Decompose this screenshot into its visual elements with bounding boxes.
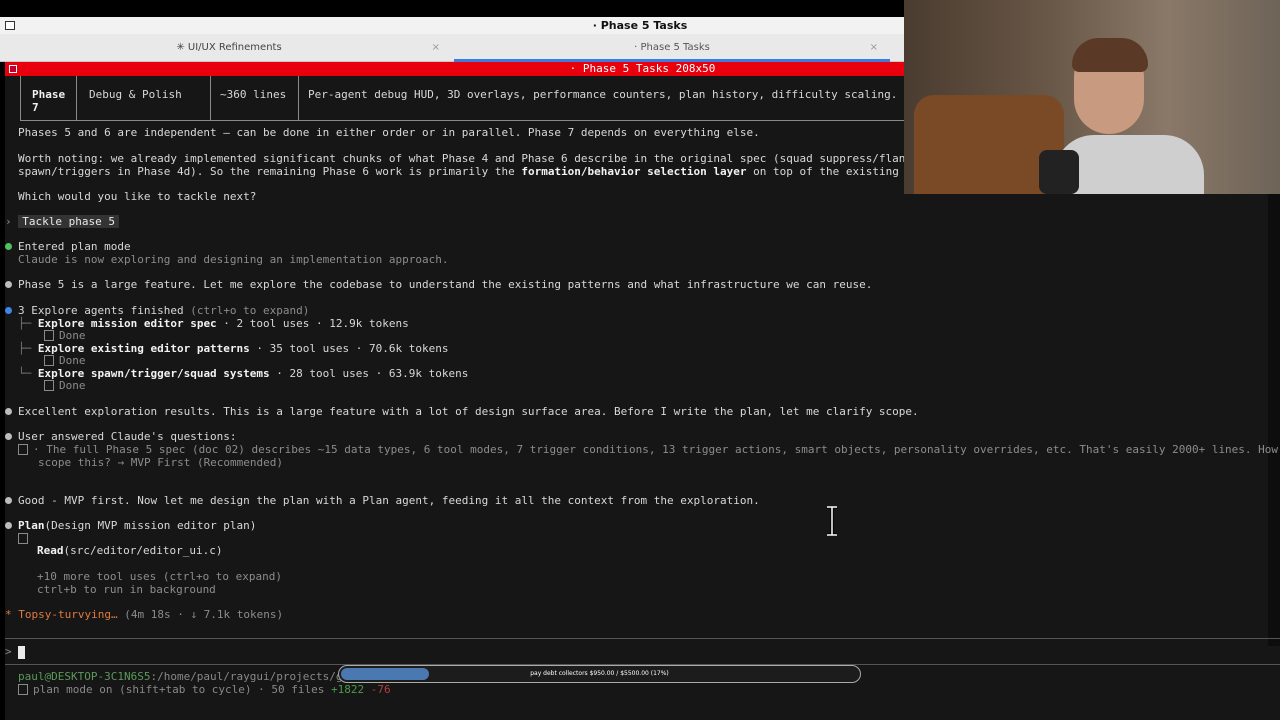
text-caret: [18, 646, 25, 659]
text-line: Which would you like to tackle next?: [18, 190, 257, 203]
tab-label: · Phase 5 Tasks: [634, 42, 710, 53]
plan-mode-message: Entered plan mode: [5, 240, 131, 253]
read-tool-call: Read(src/editor/editor_ui.c): [37, 544, 223, 557]
prompt-input[interactable]: >: [5, 644, 1280, 662]
mode-icon: [18, 684, 28, 695]
plan-tool-call: Plan(Design MVP mission editor plan): [5, 519, 256, 532]
background-hint: ctrl+b to run in background: [37, 583, 216, 596]
close-icon[interactable]: ×: [432, 34, 440, 62]
table-cell-description: Per-agent debug HUD, 3D overlays, perfor…: [308, 88, 898, 101]
done-icon: [44, 380, 54, 391]
microphone-icon: [1039, 150, 1079, 194]
more-tool-uses[interactable]: +10 more tool uses (ctrl+o to expand): [37, 570, 282, 583]
tab-label: ✳ UI/UX Refinements: [176, 42, 282, 53]
done-icon: [44, 330, 54, 341]
assistant-message: Good - MVP first. Now let me design the …: [5, 494, 760, 507]
user-prompt: › Tackle phase 5: [5, 215, 119, 228]
terminal-icon: [9, 65, 17, 73]
window-menu-icon[interactable]: [5, 21, 15, 30]
progress-label: pay debt collectors $950.00 / $5500.00 (…: [530, 670, 669, 677]
assistant-message: Phase 5 is a large feature. Let me explo…: [5, 278, 872, 291]
spinner-status: * Topsy-turvying… (4m 18s · ↓ 7.1k token…: [5, 608, 284, 621]
divider: [5, 638, 1280, 639]
agent-status: Done: [44, 379, 86, 392]
text-line: spawn/triggers in Phase 4d). So the rema…: [18, 165, 939, 178]
debt-progress-bar: pay debt collectors $950.00 / $5500.00 (…: [338, 665, 861, 683]
task-icon: [18, 533, 28, 544]
text-line: Phases 5 and 6 are independent — can be …: [18, 126, 760, 139]
plan-mode-subtext: Claude is now exploring and designing an…: [18, 253, 449, 266]
tab-phase-5-tasks[interactable]: · Phase 5 Tasks ×: [454, 34, 890, 62]
agent-status: Done: [44, 329, 86, 342]
plan-icon-line: [18, 532, 33, 545]
status-line-mode: plan mode on (shift+tab to cycle) · 50 f…: [18, 683, 391, 696]
table-cell-name: Debug & Polish: [77, 76, 211, 120]
done-icon: [44, 355, 54, 366]
webcam-overlay: [904, 0, 1280, 194]
agents-summary[interactable]: 3 Explore agents finished (ctrl+o to exp…: [5, 304, 309, 317]
terminal-title: · Phase 5 Tasks 208x50: [569, 62, 716, 75]
agent-row: └─ Explore spawn/trigger/squad systems ·…: [18, 367, 469, 380]
answer-icon: [18, 444, 28, 455]
tab-ui-ux-refinements[interactable]: ✳ UI/UX Refinements ×: [6, 34, 452, 62]
table-cell-phase: Phase 7: [21, 76, 77, 120]
agent-status: Done: [44, 354, 86, 367]
status-line-path: paul@DESKTOP-3C1N6S5:/home/paul/raygui/p…: [18, 670, 350, 683]
answer-line: · The full Phase 5 spec (doc 02) describ…: [18, 443, 1280, 456]
text-cursor-icon: [827, 506, 837, 536]
prompt-symbol: >: [5, 645, 12, 658]
answer-line: scope this? → MVP First (Recommended): [38, 456, 284, 469]
assistant-message: Excellent exploration results. This is a…: [5, 405, 919, 418]
user-answers: User answered Claude's questions:: [5, 430, 237, 443]
close-icon[interactable]: ×: [870, 34, 878, 62]
person-hair: [1072, 38, 1148, 72]
table-cell-size: ~360 lines: [211, 76, 299, 120]
text-line: Worth noting: we already implemented sig…: [18, 152, 946, 165]
phase-table-row: Phase 7 Debug & Polish ~360 lines Per-ag…: [20, 76, 920, 121]
